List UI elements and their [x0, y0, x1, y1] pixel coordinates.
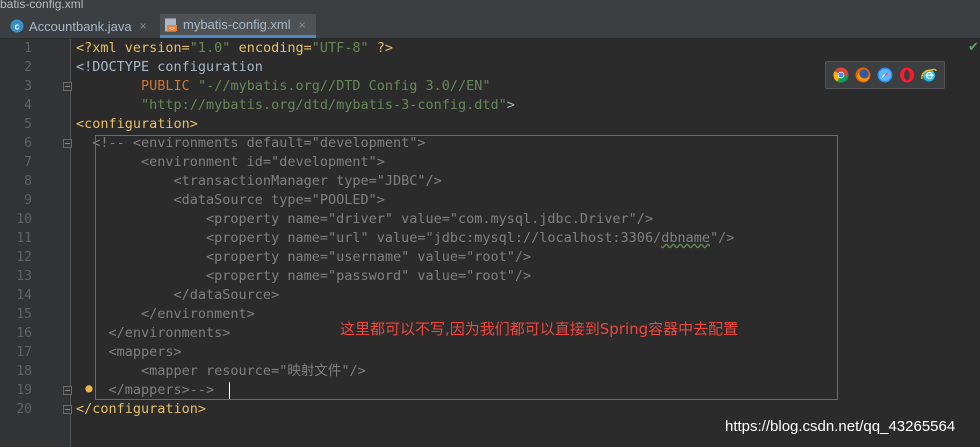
close-icon[interactable]: ×	[140, 19, 147, 33]
code-line-2: <!DOCTYPE configuration	[76, 58, 263, 77]
annotation-text: 这里都可以不写,因为我们都可以直接到Spring容器中去配置	[340, 320, 739, 338]
line-number: 7	[24, 155, 32, 170]
xml-decl: ?>	[368, 40, 394, 56]
browser-preview-toolbar	[825, 61, 945, 89]
line-number: 1	[24, 41, 32, 56]
fold-marker[interactable]	[63, 386, 72, 395]
tab-accountbank-java[interactable]: c Accountbank.java ×	[6, 14, 156, 38]
line-number: 18	[16, 364, 32, 379]
highlight-box	[95, 135, 838, 400]
line-number: 10	[16, 212, 32, 227]
line-number: 9	[24, 193, 32, 208]
java-class-icon: c	[10, 19, 24, 33]
tag: </configuration>	[76, 401, 207, 417]
line-number: 4	[24, 98, 32, 113]
safari-icon[interactable]	[877, 67, 893, 83]
chrome-icon[interactable]	[833, 67, 849, 83]
tab-mybatis-config-xml[interactable]: <> mybatis-config.xml ×	[160, 14, 316, 38]
window-title: ybatis-config.xml	[0, 0, 84, 11]
bracket: >	[506, 97, 515, 113]
xml-decl: encoding=	[230, 40, 312, 56]
tag: <configuration>	[76, 116, 198, 132]
line-number: 12	[16, 250, 32, 265]
svg-text:c: c	[14, 22, 19, 32]
code-line-3: PUBLIC "-//mybatis.org//DTD Config 3.0//…	[76, 77, 491, 96]
string: "1.0"	[189, 40, 231, 56]
watermark: https://blog.csdn.net/qq_43265564	[725, 418, 956, 435]
line-number: 3	[24, 79, 32, 94]
line-number: 14	[16, 288, 32, 303]
code-line-1: <?xml version="1.0" encoding="UTF-8" ?>	[76, 39, 393, 58]
tab-label: mybatis-config.xml	[183, 17, 291, 32]
code-line-4: "http://mybatis.org/dtd/mybatis-3-config…	[76, 96, 515, 115]
line-number: 19	[16, 383, 32, 398]
fold-marker[interactable]	[63, 139, 72, 148]
string: "http://mybatis.org/dtd/mybatis-3-config…	[141, 97, 507, 113]
string: "-//mybatis.org//DTD Config 3.0//EN"	[197, 78, 491, 94]
code-line-5: <configuration>	[76, 115, 198, 134]
line-number: 13	[16, 269, 32, 284]
line-number: 16	[16, 326, 32, 341]
line-number: 20	[16, 402, 32, 417]
line-number: 15	[16, 307, 32, 322]
ie-icon[interactable]	[921, 67, 937, 83]
svg-text:<>: <>	[169, 26, 175, 32]
line-number: 11	[16, 231, 32, 246]
firefox-icon[interactable]	[855, 67, 871, 83]
opera-icon[interactable]	[899, 67, 915, 83]
editor-tab-bar: c Accountbank.java × <> mybatis-config.x…	[0, 14, 980, 39]
fold-marker[interactable]	[63, 82, 72, 91]
keyword: PUBLIC	[141, 78, 198, 94]
window-title-bar: ybatis-config.xml	[0, 0, 980, 14]
line-number: 8	[24, 174, 32, 189]
line-number: 2	[24, 60, 32, 75]
close-icon[interactable]: ×	[299, 18, 306, 32]
check-icon: ✔	[968, 40, 979, 55]
xml-file-icon: <>	[165, 18, 177, 32]
fold-marker[interactable]	[63, 405, 72, 414]
tab-label: Accountbank.java	[29, 18, 132, 34]
xml-decl: <?xml version=	[76, 40, 190, 56]
line-number: 5	[24, 117, 32, 132]
code-line-20: </configuration>	[76, 400, 206, 419]
string: "UTF-8"	[311, 40, 369, 56]
doctype: <!DOCTYPE configuration	[76, 59, 263, 75]
line-number: 6	[24, 136, 32, 151]
line-number: 17	[16, 345, 32, 360]
line-number-gutter: 1 2 3 4 5 6 7 8 9 10 11 12 13 14 15 16 1…	[0, 39, 71, 447]
